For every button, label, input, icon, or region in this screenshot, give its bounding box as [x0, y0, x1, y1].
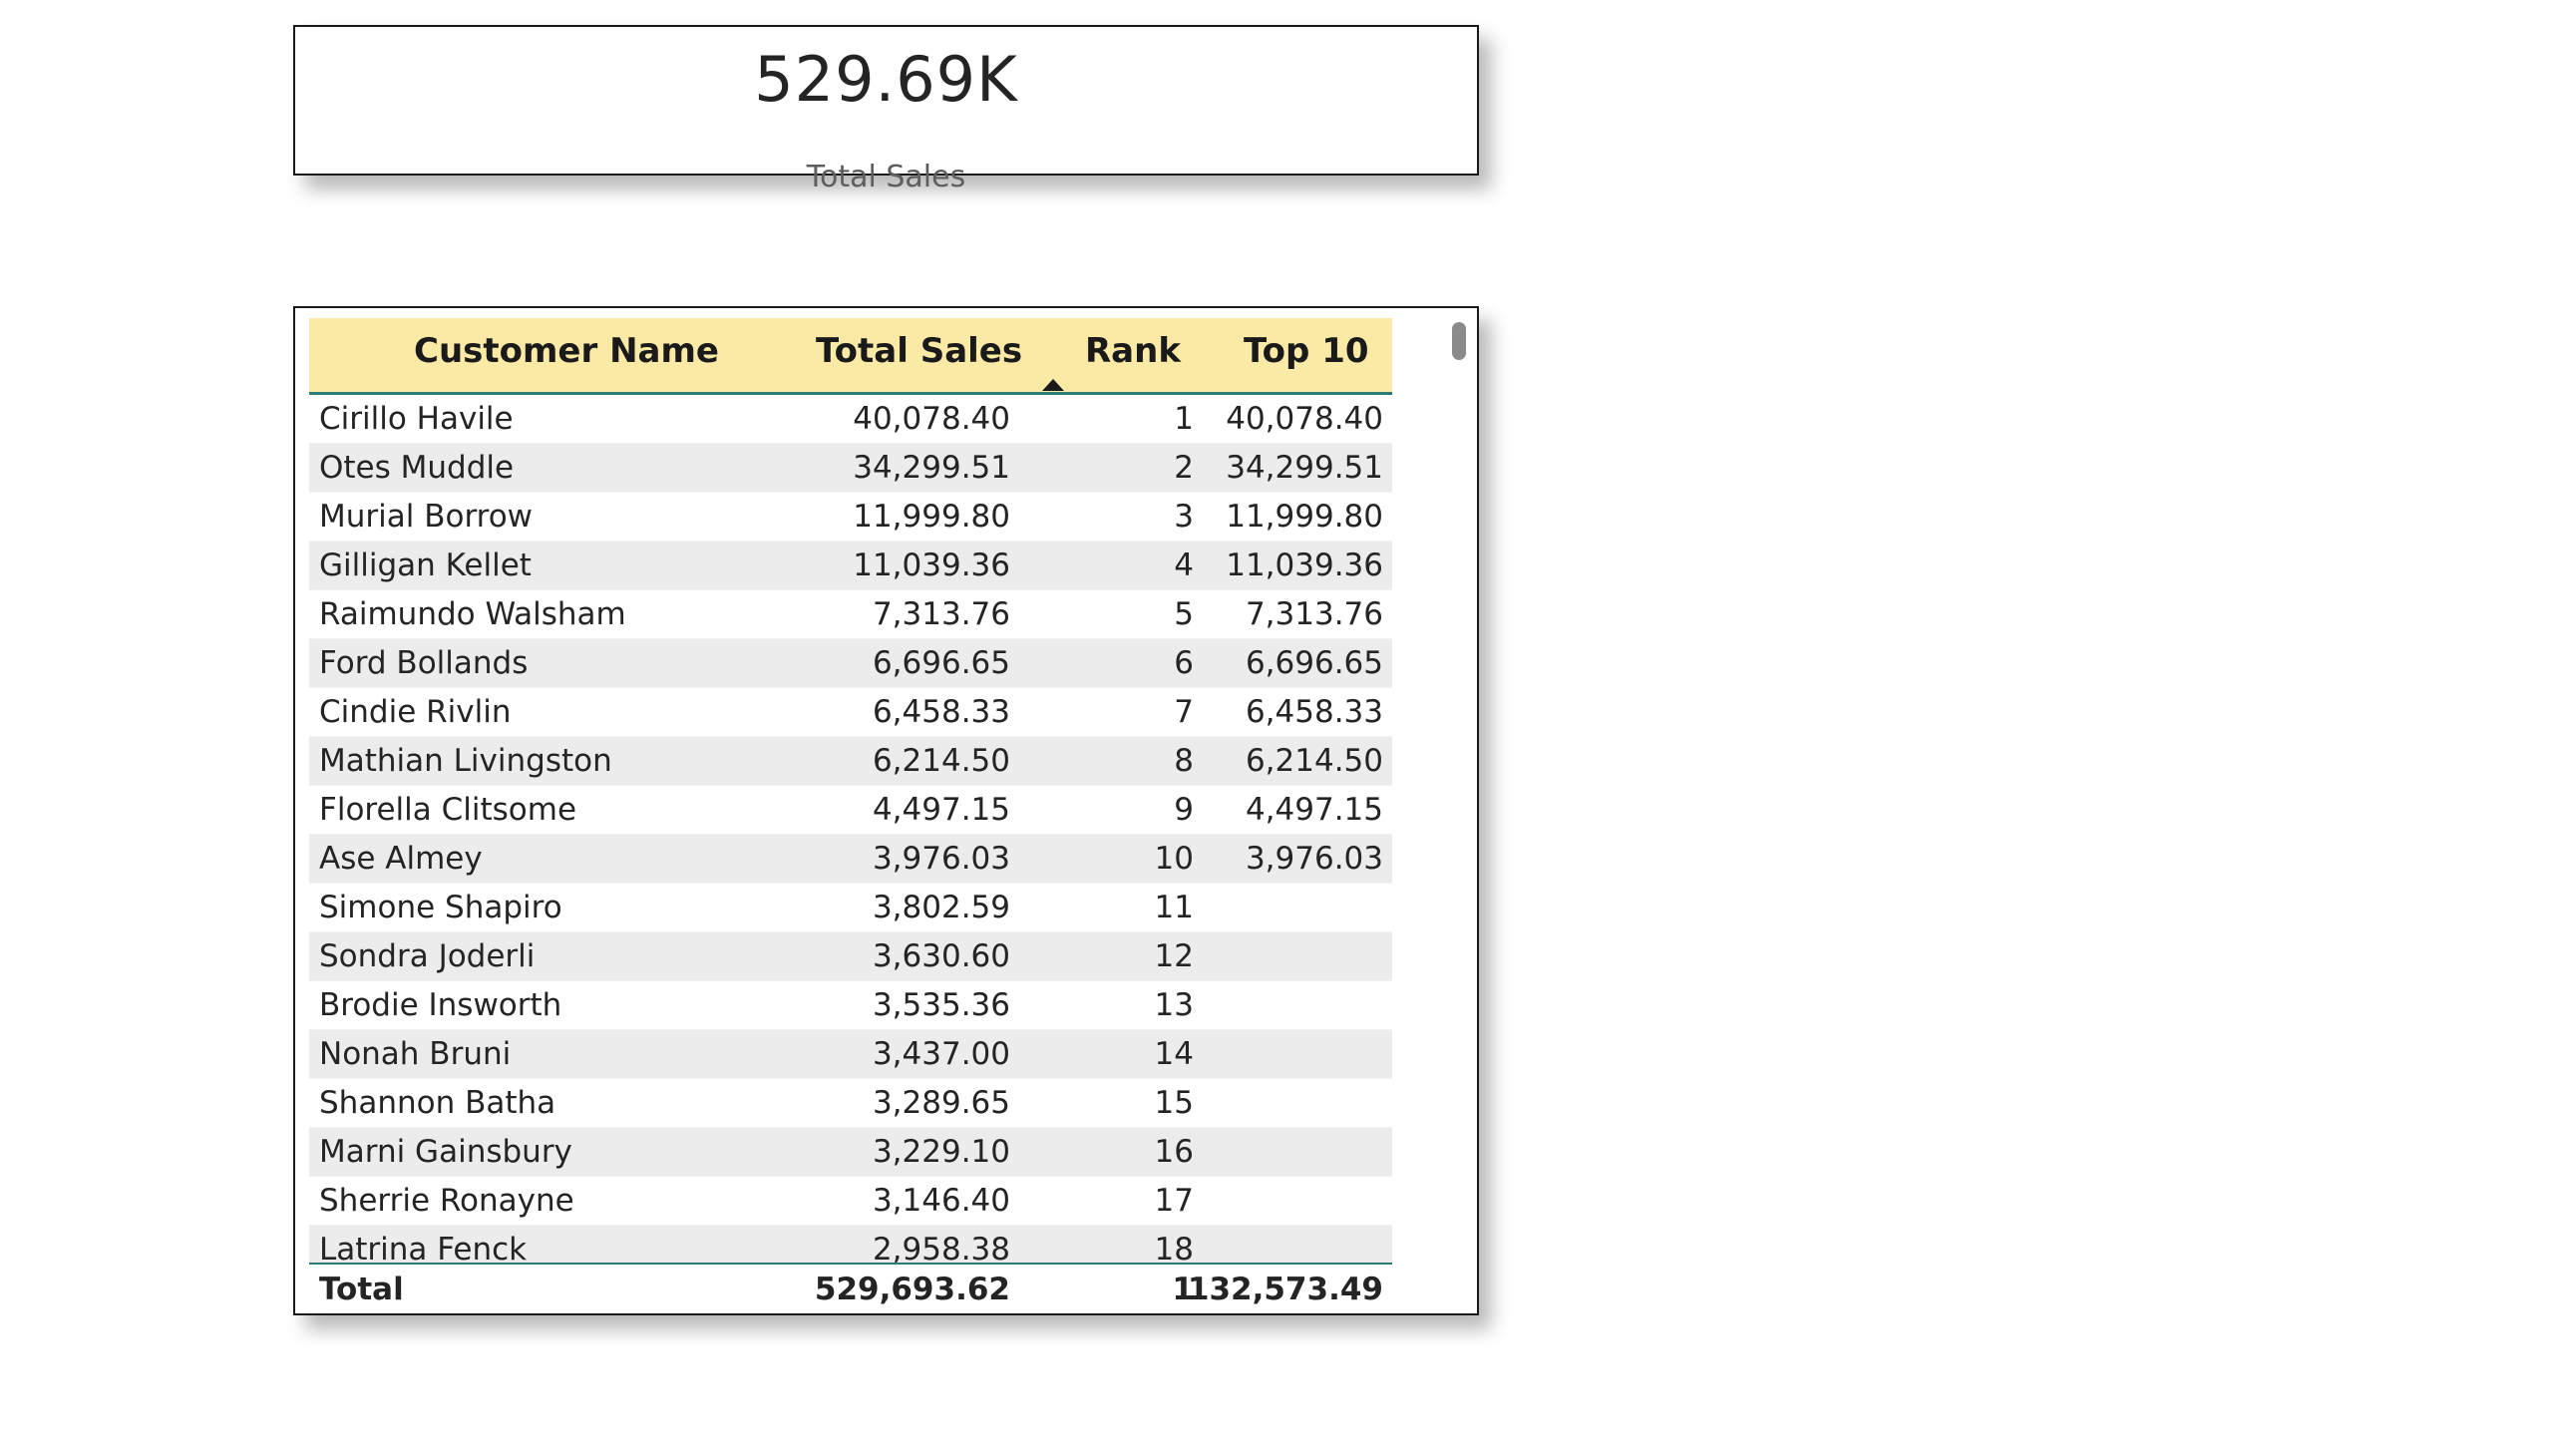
cell-total-sales: 11,999.80: [853, 499, 1010, 535]
table-row[interactable]: Simone Shapiro 3,802.59 11: [309, 884, 1392, 932]
table-row[interactable]: Mathian Livingston 6,214.50 8 6,214.50: [309, 737, 1392, 786]
cell-total-sales: 3,146.40: [872, 1183, 1010, 1219]
cell-customer-name: Murial Borrow: [319, 499, 534, 535]
header-total-sales[interactable]: Total Sales: [816, 334, 1022, 368]
cell-customer-name: Otes Muddle: [319, 450, 515, 486]
cell-rank: 10: [1154, 841, 1194, 877]
cell-customer-name: Marni Gainsbury: [319, 1134, 572, 1170]
cell-rank: 2: [1174, 450, 1194, 486]
cell-total-sales: 3,437.00: [872, 1036, 1010, 1072]
cell-rank: 1: [1174, 401, 1194, 437]
cell-rank: 15: [1154, 1085, 1194, 1121]
cell-customer-name: Gilligan Kellet: [319, 547, 532, 583]
table-row[interactable]: Ase Almey 3,976.03 10 3,976.03: [309, 835, 1392, 884]
cell-top-10: 11,999.80: [1226, 499, 1383, 535]
cell-customer-name: Sondra Joderli: [319, 938, 536, 974]
table-body: Cirillo Havile 40,078.40 1 40,078.40 Otes Mu…: [309, 395, 1392, 1263]
vertical-scrollbar[interactable]: [1452, 322, 1466, 360]
cell-customer-name: Sherrie Ronayne: [319, 1183, 574, 1219]
total-top10-value: 132,573.49: [1187, 1272, 1383, 1307]
cell-total-sales: 3,630.60: [872, 938, 1010, 974]
cell-top-10: 7,313.76: [1245, 596, 1383, 632]
cell-customer-name: Florella Clitsome: [319, 792, 577, 828]
header-rank[interactable]: Rank: [1085, 334, 1181, 368]
table-row[interactable]: Murial Borrow 11,999.80 3 11,999.80: [309, 493, 1392, 542]
cell-customer-name: Ford Bollands: [319, 645, 529, 681]
card-value: 529.69K: [754, 43, 1018, 116]
table-row[interactable]: Sondra Joderli 3,630.60 12: [309, 932, 1392, 981]
total-sales-card[interactable]: 529.69K Total Sales: [293, 25, 1479, 192]
cell-top-10: 4,497.15: [1245, 792, 1383, 828]
total-sales-value: 529,693.62: [814, 1272, 1010, 1307]
sort-ascending-icon[interactable]: [1042, 379, 1064, 391]
cell-customer-name: Cindie Rivlin: [319, 694, 512, 730]
cell-rank: 3: [1174, 499, 1194, 535]
cell-rank: 14: [1154, 1036, 1194, 1072]
cell-top-10: 6,458.33: [1245, 694, 1383, 730]
table-row[interactable]: Shannon Batha 3,289.65 15: [309, 1079, 1392, 1128]
cell-total-sales: 2,958.38: [872, 1232, 1010, 1263]
cell-total-sales: 4,497.15: [872, 792, 1010, 828]
cell-total-sales: 6,696.65: [872, 645, 1010, 681]
total-label: Total: [319, 1272, 404, 1307]
cell-rank: 16: [1154, 1134, 1194, 1170]
table-row[interactable]: Sherrie Ronayne 3,146.40 17: [309, 1177, 1392, 1226]
table-row[interactable]: Latrina Fenck 2,958.38 18: [309, 1226, 1392, 1263]
cell-top-10: 3,976.03: [1245, 841, 1383, 877]
cell-customer-name: Mathian Livingston: [319, 743, 612, 779]
cell-total-sales: 6,458.33: [872, 694, 1010, 730]
table-row[interactable]: Ford Bollands 6,696.65 6 6,696.65: [309, 639, 1392, 688]
table-row[interactable]: Otes Muddle 34,299.51 2 34,299.51: [309, 444, 1392, 493]
cell-customer-name: Shannon Batha: [319, 1085, 556, 1121]
cell-rank: 6: [1174, 645, 1194, 681]
cell-customer-name: Raimundo Walsham: [319, 596, 626, 632]
table-row[interactable]: Raimundo Walsham 7,313.76 5 7,313.76: [309, 590, 1392, 639]
cell-top-10: 11,039.36: [1226, 547, 1383, 583]
table-row[interactable]: Gilligan Kellet 11,039.36 4 11,039.36: [309, 542, 1392, 590]
cell-total-sales: 11,039.36: [853, 547, 1010, 583]
cell-top-10: 6,696.65: [1245, 645, 1383, 681]
table-row[interactable]: Marni Gainsbury 3,229.10 16: [309, 1128, 1392, 1177]
cell-total-sales: 3,289.65: [872, 1085, 1010, 1121]
cell-customer-name: Brodie Insworth: [319, 987, 562, 1023]
customer-sales-table[interactable]: Customer Name Total Sales Rank Top 10 Ci…: [293, 306, 1479, 1315]
cell-total-sales: 3,229.10: [872, 1134, 1010, 1170]
header-customer-name[interactable]: Customer Name: [414, 334, 719, 368]
cell-rank: 7: [1174, 694, 1194, 730]
cell-top-10: 34,299.51: [1226, 450, 1383, 486]
cell-rank: 11: [1154, 890, 1194, 925]
cell-total-sales: 3,802.59: [872, 890, 1010, 925]
cell-rank: 9: [1174, 792, 1194, 828]
table-row[interactable]: Brodie Insworth 3,535.36 13: [309, 981, 1392, 1030]
table-row[interactable]: Cindie Rivlin 6,458.33 7 6,458.33: [309, 688, 1392, 737]
cell-rank: 18: [1154, 1232, 1194, 1263]
cell-rank: 12: [1154, 938, 1194, 974]
table-total-row: Total 529,693.62 1 132,573.49: [309, 1263, 1392, 1313]
cell-customer-name: Cirillo Havile: [319, 401, 514, 437]
cell-rank: 4: [1174, 547, 1194, 583]
table-row[interactable]: Cirillo Havile 40,078.40 1 40,078.40: [309, 395, 1392, 444]
cell-top-10: 6,214.50: [1245, 743, 1383, 779]
cell-total-sales: 6,214.50: [872, 743, 1010, 779]
cell-rank: 17: [1154, 1183, 1194, 1219]
cell-customer-name: Simone Shapiro: [319, 890, 562, 925]
cell-total-sales: 7,313.76: [872, 596, 1010, 632]
table-header: Customer Name Total Sales Rank Top 10: [309, 318, 1392, 395]
cell-customer-name: Nonah Bruni: [319, 1036, 512, 1072]
cell-customer-name: Ase Almey: [319, 841, 483, 877]
cell-rank: 8: [1174, 743, 1194, 779]
cell-rank: 13: [1154, 987, 1194, 1023]
header-top-10[interactable]: Top 10: [1244, 334, 1369, 368]
table-row[interactable]: Nonah Bruni 3,437.00 14: [309, 1030, 1392, 1079]
card-label: Total Sales: [806, 160, 966, 194]
cell-total-sales: 34,299.51: [853, 450, 1010, 486]
cell-customer-name: Latrina Fenck: [319, 1232, 528, 1263]
table-row[interactable]: Florella Clitsome 4,497.15 9 4,497.15: [309, 786, 1392, 835]
cell-total-sales: 40,078.40: [853, 401, 1010, 437]
cell-top-10: 40,078.40: [1226, 401, 1383, 437]
cell-rank: 5: [1174, 596, 1194, 632]
cell-total-sales: 3,535.36: [872, 987, 1010, 1023]
cell-total-sales: 3,976.03: [872, 841, 1010, 877]
